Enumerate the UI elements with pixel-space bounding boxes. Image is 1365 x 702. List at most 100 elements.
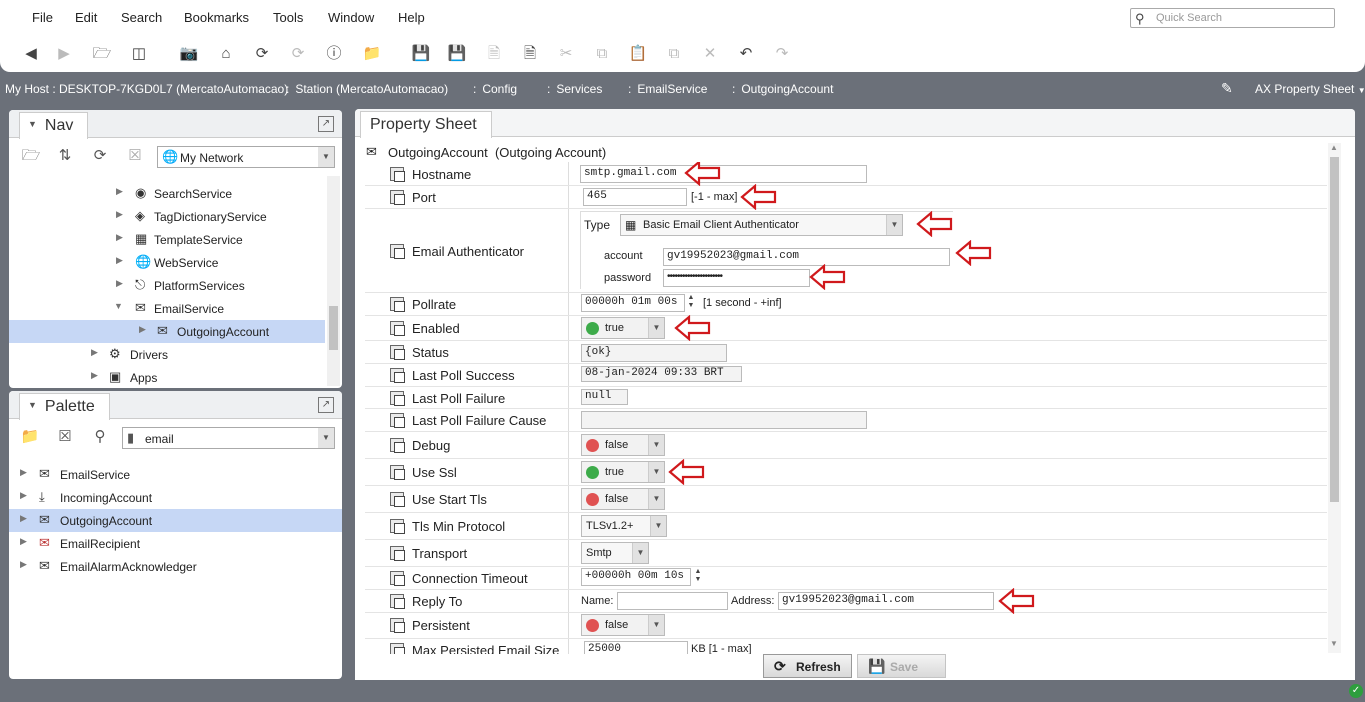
auth-type-select[interactable]: ▦ Basic Email Client Authenticator ▼ <box>620 214 903 236</box>
maximize-icon[interactable]: ↗ <box>318 397 334 413</box>
folder-menu-icon[interactable]: 📁 <box>361 44 383 64</box>
account-field[interactable]: gv19952023@gmail.com <box>663 248 950 266</box>
expand-arrow-icon[interactable]: ▶ <box>139 324 146 335</box>
connection-timeout-field[interactable]: +00000h 00m 10s <box>581 568 691 586</box>
breadcrumb-station[interactable]: Station (MercatoAutomacao) <box>286 82 448 96</box>
expand-arrow-icon[interactable]: ▶ <box>20 559 27 570</box>
home-icon[interactable]: ⌂ <box>215 44 237 64</box>
sort-icon[interactable]: ⇅ <box>55 146 75 166</box>
spinner-icon[interactable]: ▲ ▼ <box>686 294 696 312</box>
expand-arrow-icon[interactable]: ▶ <box>91 347 98 358</box>
tree-item-templateservice[interactable]: ▶ ▦ TemplateService <box>9 228 325 251</box>
up-level-icon[interactable]: 🗁 <box>91 44 113 64</box>
nav-root-select[interactable]: 🌐 My Network ▼ <box>157 146 335 168</box>
copy-icon[interactable]: ⧉ <box>591 44 613 64</box>
open-palette-icon[interactable]: 📁 <box>20 427 40 447</box>
debug-select[interactable]: false ▼ <box>581 434 665 456</box>
undo-icon[interactable]: ↶ <box>735 44 757 64</box>
new-node-icon[interactable]: 🗁 <box>21 146 41 166</box>
close-tree-icon[interactable]: ☒ <box>125 146 145 166</box>
edit-doc-icon[interactable]: 🗎 <box>483 44 505 64</box>
reply-address-field[interactable]: gv19952023@gmail.com <box>778 592 994 610</box>
view-selector[interactable]: AX Property Sheet ▼ <box>1255 82 1365 96</box>
save-all-icon[interactable]: 💾 <box>446 44 468 64</box>
breadcrumb-emailservice[interactable]: EmailService <box>628 82 707 96</box>
tree-item-tagdictionaryservice[interactable]: ▶ ◈ TagDictionaryService <box>9 205 325 228</box>
enabled-select[interactable]: true ▼ <box>581 317 665 339</box>
persistent-select[interactable]: false ▼ <box>581 614 665 636</box>
close-palette-icon[interactable]: ☒ <box>55 427 75 447</box>
nav-tab[interactable]: ▼ Nav <box>19 112 89 139</box>
expand-arrow-icon[interactable]: ▶ <box>116 186 123 197</box>
menu-search[interactable]: Search <box>121 10 162 25</box>
palette-item-emailalarmacknowledger[interactable]: ▶ ✉ EmailAlarmAcknowledger <box>9 555 342 578</box>
maximize-icon[interactable]: ↗ <box>318 116 334 132</box>
breadcrumb-services[interactable]: Services <box>547 82 602 96</box>
use-start-tls-select[interactable]: false ▼ <box>581 488 665 510</box>
spinner-icon[interactable]: ▲ ▼ <box>693 568 703 586</box>
menu-bookmarks[interactable]: Bookmarks <box>184 10 249 25</box>
menu-help[interactable]: Help <box>398 10 425 25</box>
paste-icon[interactable]: 📋 <box>627 44 649 64</box>
expand-arrow-icon[interactable]: ▶ <box>20 490 27 501</box>
refresh-button[interactable]: ⟳ Refresh <box>763 654 852 678</box>
menu-window[interactable]: Window <box>328 10 374 25</box>
forward-icon[interactable]: ▶ <box>53 44 75 64</box>
tls-min-protocol-select[interactable]: TLSv1.2+ ▼ <box>581 515 667 537</box>
cut-icon[interactable]: ✂ <box>555 44 577 64</box>
nav-scrollbar-thumb[interactable] <box>329 306 338 350</box>
palette-item-emailrecipient[interactable]: ▶ ✉ EmailRecipient <box>9 532 342 555</box>
pollrate-field[interactable]: 00000h 01m 00s <box>581 294 685 312</box>
hostname-field[interactable]: smtp.gmail.com <box>580 165 867 183</box>
port-field[interactable]: 465 <box>583 188 687 206</box>
password-field[interactable]: •••••••••••••••••••••• <box>663 269 810 287</box>
pencil-icon[interactable]: ✎ <box>1221 80 1233 97</box>
palette-item-emailservice[interactable]: ▶ ✉ EmailService <box>9 463 342 486</box>
expand-arrow-icon[interactable]: ▶ <box>20 513 27 524</box>
max-persisted-field[interactable]: 25000 <box>584 641 688 654</box>
palette-tab[interactable]: ▼ Palette <box>19 393 110 420</box>
save-button[interactable]: 💾 Save <box>857 654 946 678</box>
side-bar-icon[interactable]: ◫ <box>128 44 150 64</box>
scroll-up-icon[interactable]: ▲ <box>1330 143 1338 152</box>
tree-item-searchservice[interactable]: ▶ ◉ SearchService <box>9 182 325 205</box>
refresh-icon[interactable]: ⟳ <box>251 44 273 64</box>
menu-file[interactable]: File <box>32 10 53 25</box>
tree-item-outgoingaccount[interactable]: ▶ ✉ OutgoingAccount <box>9 320 325 343</box>
reply-name-field[interactable] <box>617 592 728 610</box>
quick-search-input[interactable]: ⚲ Quick Search <box>1130 8 1335 28</box>
palette-item-outgoingaccount[interactable]: ▶ ✉ OutgoingAccount <box>9 509 342 532</box>
breadcrumb-config[interactable]: Config <box>473 82 517 96</box>
palette-item-incomingaccount[interactable]: ▶ ⤓ IncomingAccount <box>9 486 342 509</box>
open-folder-icon[interactable]: 📷 <box>178 44 200 64</box>
delete-icon[interactable]: ✕ <box>699 44 721 64</box>
collapse-arrow-icon[interactable]: ▼ <box>114 301 123 311</box>
tree-item-webservice[interactable]: ▶ 🌐 WebService <box>9 251 325 274</box>
back-icon[interactable]: ◀ <box>20 44 42 64</box>
tree-item-apps[interactable]: ▶ ▣ Apps <box>9 366 325 386</box>
use-ssl-select[interactable]: true ▼ <box>581 461 665 483</box>
breadcrumb-host[interactable]: My Host : DESKTOP-7KGD0L7 (MercatoAutoma… <box>5 82 288 96</box>
expand-arrow-icon[interactable]: ▶ <box>116 278 123 289</box>
tree-item-emailservice[interactable]: ▼ ✉ EmailService <box>9 297 325 320</box>
duplicate-icon[interactable]: ⧉ <box>663 44 685 64</box>
tree-item-drivers[interactable]: ▶ ⚙ Drivers <box>9 343 325 366</box>
find-palette-icon[interactable]: ⚲ <box>90 427 110 447</box>
expand-arrow-icon[interactable]: ▶ <box>116 255 123 266</box>
expand-arrow-icon[interactable]: ▶ <box>20 467 27 478</box>
tree-item-platformservices[interactable]: ▶ ⎋ PlatformServices <box>9 274 325 297</box>
expand-arrow-icon[interactable]: ▶ <box>20 536 27 547</box>
property-sheet-tab[interactable]: Property Sheet <box>360 111 492 138</box>
expand-arrow-icon[interactable]: ▶ <box>116 209 123 220</box>
expand-arrow-icon[interactable]: ▶ <box>91 370 98 381</box>
breadcrumb-outgoingaccount[interactable]: OutgoingAccount <box>732 82 833 96</box>
redo-icon[interactable]: ↷ <box>771 44 793 64</box>
expand-arrow-icon[interactable]: ▶ <box>116 232 123 243</box>
transport-select[interactable]: Smtp ▼ <box>581 542 649 564</box>
save-icon[interactable]: 💾 <box>410 44 432 64</box>
palette-module-select[interactable]: ▮ email ▼ <box>122 427 335 449</box>
info-icon[interactable]: ⓘ <box>323 44 345 64</box>
hyperlink-icon[interactable]: ⟳ <box>287 44 309 64</box>
refresh-tree-icon[interactable]: ⟳ <box>90 146 110 166</box>
nav-scrollbar[interactable] <box>327 176 340 386</box>
